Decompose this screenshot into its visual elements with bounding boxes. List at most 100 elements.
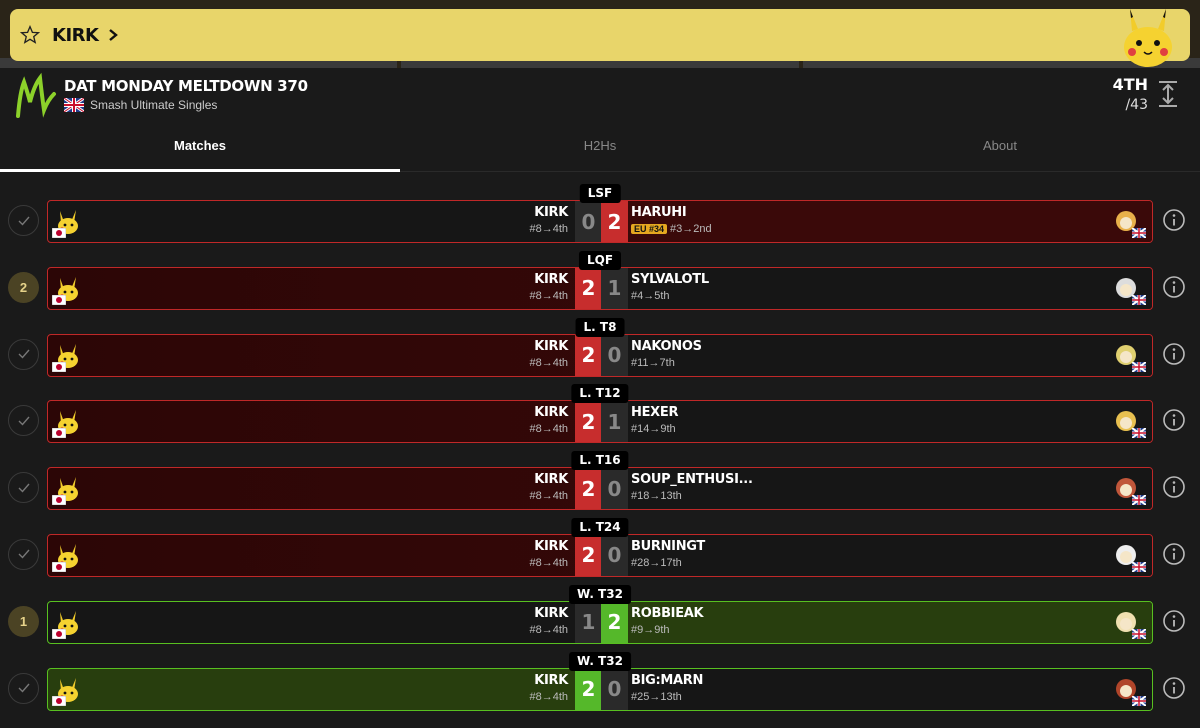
player-right-name: HEXER [631, 405, 679, 421]
player-left-seed: #8→4th [529, 356, 568, 369]
uk-flag-icon [1131, 425, 1147, 440]
player-left: KIRK #8→4th [529, 272, 568, 302]
star-icon[interactable] [18, 23, 42, 47]
player-left-name: KIRK [534, 205, 568, 220]
japan-flag-icon [51, 225, 67, 239]
uk-flag-icon [1131, 626, 1147, 640]
tournament-title[interactable]: DAT MONDAY MELTDOWN 370 [64, 77, 308, 95]
match-status-count[interactable]: 2 [8, 271, 39, 303]
japan-flag-icon [51, 559, 67, 573]
info-icon[interactable] [1162, 609, 1186, 633]
match-card[interactable]: KIRK #8→4th 2 0 BIG:MARN #25→13th [47, 667, 1153, 711]
check-icon[interactable] [8, 472, 39, 504]
player-left-seed: #8→4th [529, 490, 568, 503]
match-card[interactable]: KIRK #8→4th 2 0 BURNINGT #28→17th [47, 533, 1153, 577]
player-left: KIRK #8→4th [529, 405, 568, 435]
japan-flag-icon [51, 693, 67, 706]
check-icon[interactable] [8, 672, 39, 704]
match-list: KIRK #8→4th 0 2 HARUHI EU #34 #3→2nd LSF 2 KIRK #8… [0, 184, 1200, 718]
tournament-header: DAT MONDAY MELTDOWN 370 Smash Ultimate S… [0, 68, 1200, 124]
player-right-seed: #9→9th [631, 623, 670, 636]
uk-flag-icon [1131, 292, 1147, 306]
player-right: BIG:MARN #25→13th [631, 673, 703, 703]
player-right-name: BURNINGT [631, 538, 705, 554]
player-left-name: KIRK [534, 605, 568, 621]
round-label: W. T32 [569, 584, 631, 604]
match-row: KIRK #8→4th 2 0 SOUP_ENTHUSI... #18→13th L. T1… [0, 451, 1200, 518]
info-icon[interactable] [1162, 208, 1186, 232]
player-name-bar[interactable]: KIRK [10, 9, 1190, 67]
player-left: KIRK #8→4th [529, 472, 568, 502]
player-left-seed: #8→4th [529, 690, 568, 703]
uk-flag-icon [1131, 492, 1147, 507]
player-left: KIRK #8→4th [529, 673, 568, 703]
match-row: KIRK #8→4th 2 1 HEXER #14→9th L. T12 [0, 384, 1200, 451]
player-left-seed: #8→4th [529, 289, 568, 302]
opponent-loser-area [628, 534, 1152, 576]
chevron-right-icon [108, 28, 119, 42]
match-status-count[interactable]: 1 [8, 605, 39, 637]
match-card[interactable]: KIRK #8→4th 2 0 SOUP_ENTHUSI... #18→13th [47, 467, 1153, 511]
player-right-name: SYLVALOTL [631, 271, 709, 287]
tab-h2hs[interactable]: H2Hs [400, 124, 800, 171]
uk-flag-icon [1131, 693, 1147, 707]
player-right: ROBBIEAK #9→9th [631, 606, 704, 636]
placement-rank: 4TH [1112, 75, 1148, 94]
player-right: BURNINGT #28→17th [631, 539, 705, 569]
entrant-count: /43 [1125, 97, 1148, 113]
info-icon[interactable] [1162, 475, 1186, 499]
player-left-seed: #8→4th [529, 556, 568, 569]
check-icon[interactable] [8, 205, 39, 236]
check-icon[interactable] [8, 538, 39, 570]
player-left-score: 2 [575, 401, 602, 443]
expand-icon[interactable] [1156, 80, 1180, 108]
match-card[interactable]: KIRK #8→4th 2 0 NAKONOS #11→7th [47, 333, 1153, 377]
player-left: KIRK #8→4th [529, 539, 568, 569]
info-icon[interactable] [1162, 342, 1186, 366]
match-card[interactable]: KIRK #8→4th 2 1 SYLVALOTL #4→5th [47, 266, 1153, 310]
player-left-score: 2 [575, 668, 602, 710]
opponent-loser-area [628, 401, 1152, 443]
tab-about[interactable]: About [800, 124, 1200, 171]
player-right-score: 1 [601, 267, 628, 309]
player-left-score: 0 [575, 201, 602, 242]
match-card[interactable]: KIRK #8→4th 0 2 HARUHI EU #34 #3→2nd [47, 200, 1153, 243]
round-label: L. T8 [575, 317, 625, 337]
player-left-score: 1 [575, 601, 602, 643]
match-card[interactable]: KIRK #8→4th 2 1 HEXER #14→9th [47, 400, 1153, 444]
player-right-name: SOUP_ENTHUSI... [631, 472, 753, 488]
player-right-score: 2 [601, 601, 628, 643]
player-left-name: KIRK [534, 538, 568, 554]
player-right-score: 0 [601, 468, 628, 510]
player-right-score: 0 [601, 668, 628, 710]
info-icon[interactable] [1162, 676, 1186, 700]
tournament-logo [16, 72, 56, 118]
info-icon[interactable] [1162, 542, 1186, 566]
player-left-score: 2 [575, 468, 602, 510]
tab-bar: Matches H2Hs About [0, 124, 1200, 172]
player-banner: KIRK [0, 0, 1200, 68]
japan-flag-icon [51, 425, 67, 439]
player-right: HARUHI EU #34 #3→2nd [631, 205, 712, 235]
player-right-score: 2 [601, 201, 628, 242]
player-right-score: 0 [601, 334, 628, 376]
info-icon[interactable] [1162, 408, 1186, 432]
uk-flag-icon [1131, 559, 1147, 573]
japan-flag-icon [51, 626, 67, 640]
player-right: HEXER #14→9th [631, 405, 678, 435]
match-card[interactable]: KIRK #8→4th 1 2 ROBBIEAK #9→9th [47, 600, 1153, 644]
info-icon[interactable] [1162, 275, 1186, 299]
round-label: LSF [579, 184, 621, 203]
check-icon[interactable] [8, 338, 39, 370]
tab-matches[interactable]: Matches [0, 124, 400, 172]
match-row: 1 KIRK #8→4th 1 2 ROBBIEAK #9→9th W. T32 [0, 584, 1200, 652]
player-right-name: NAKONOS [631, 338, 702, 354]
check-icon[interactable] [8, 405, 39, 437]
player-right-seed: #28→17th [631, 556, 682, 569]
japan-flag-icon [51, 359, 67, 372]
uk-flag-icon [1131, 225, 1147, 239]
player-right-seed: #14→9th [631, 423, 676, 436]
player-left-score: 2 [575, 267, 602, 309]
opponent-loser-area [628, 334, 1152, 376]
round-label: W. T32 [569, 651, 631, 671]
